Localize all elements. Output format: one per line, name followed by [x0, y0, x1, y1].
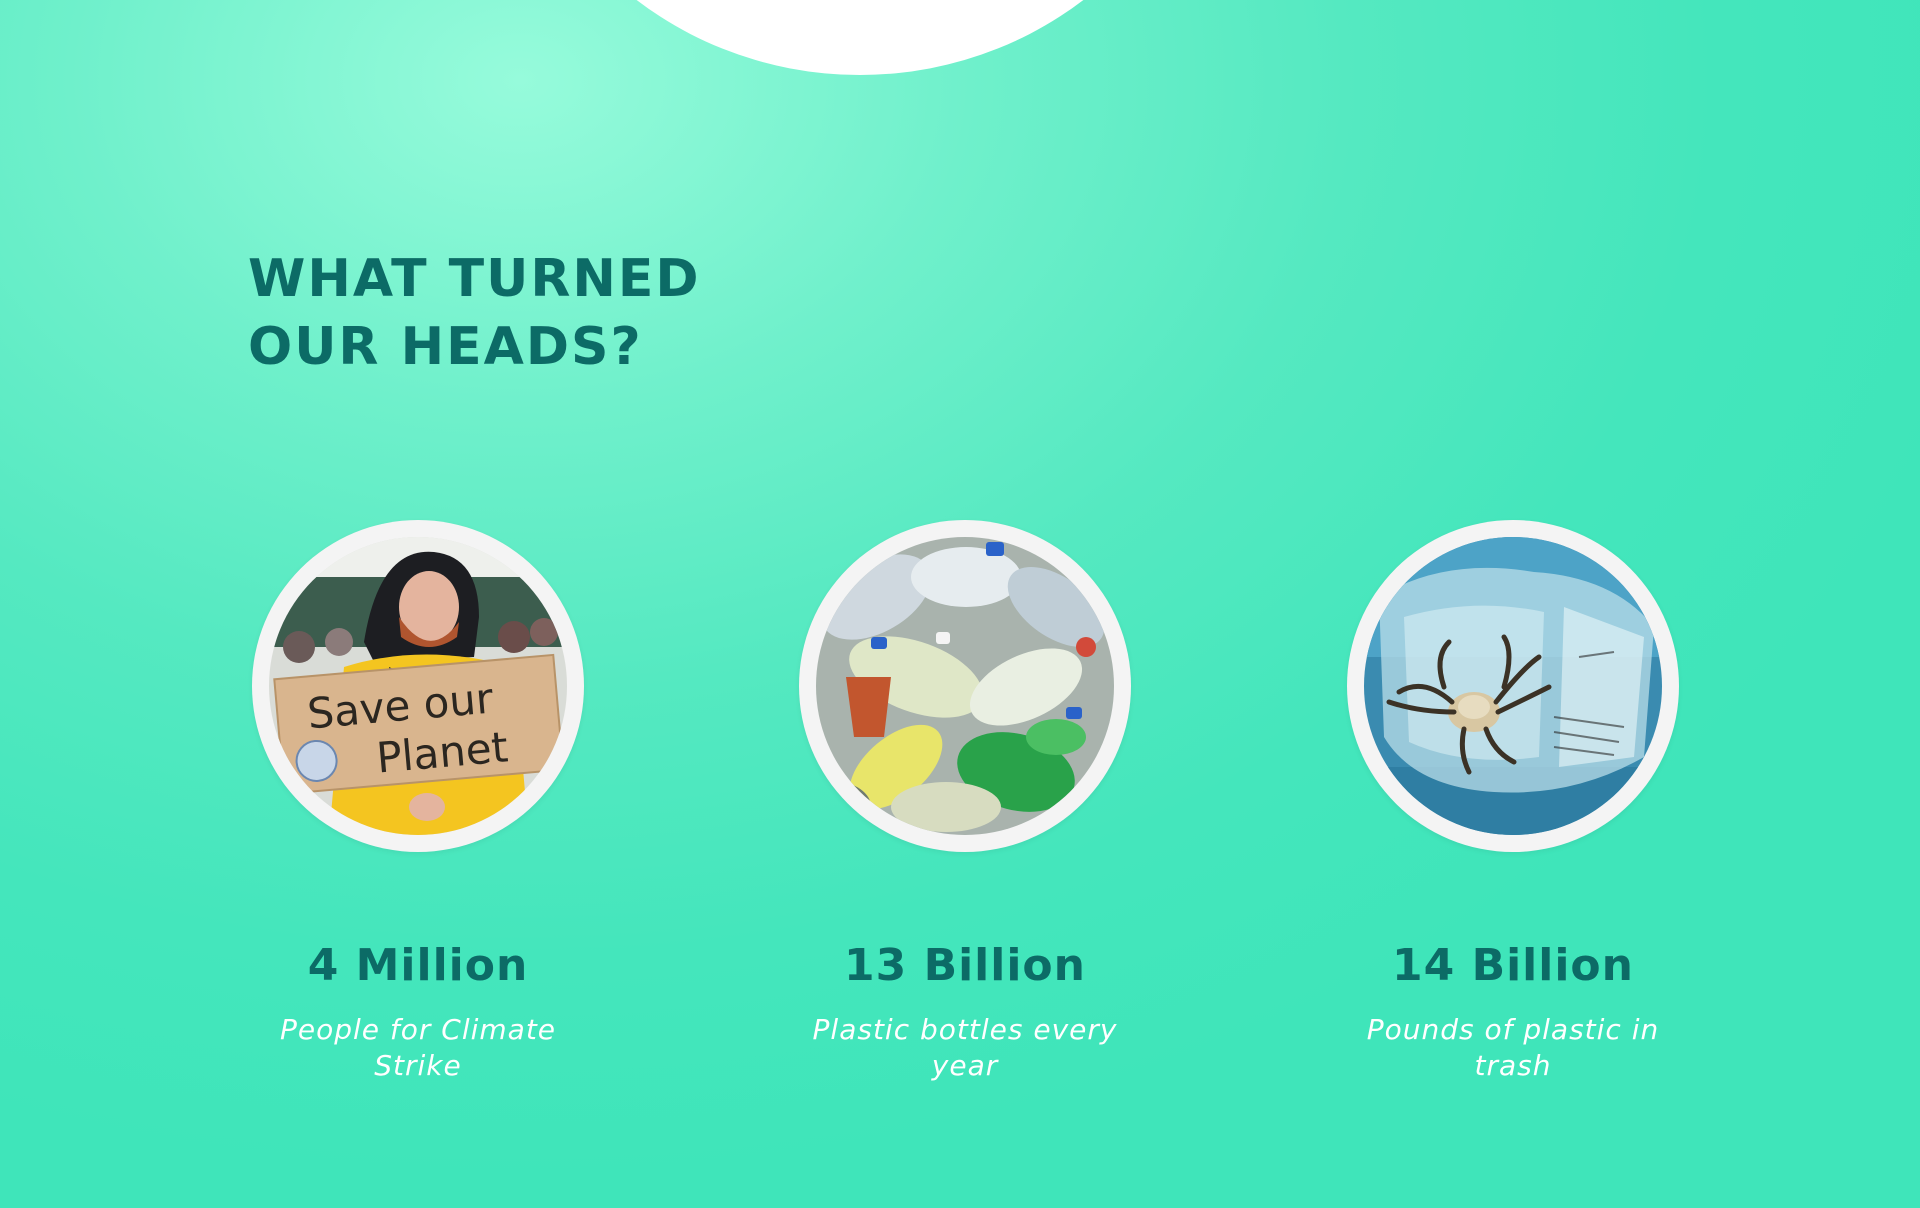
- heading-line-2: OUR HEADS?: [248, 317, 643, 377]
- protester-photo-icon: Save our Planet: [269, 537, 567, 835]
- stat-card-plastic-trash: 14 Billion Pounds of plastic in trash: [1343, 520, 1683, 1084]
- stat-image-frame: [799, 520, 1131, 852]
- stat-card-plastic-bottles: 13 Billion Plastic bottles every year: [795, 520, 1135, 1084]
- stat-card-climate-strike: Save our Planet 4 Million People for Cli…: [248, 520, 588, 1084]
- stat-label: Pounds of plastic in trash: [1366, 1013, 1660, 1082]
- crab-in-plastic-photo-icon: [1364, 537, 1662, 835]
- stat-value: 14 Billion: [1392, 940, 1634, 991]
- stat-label: Plastic bottles every year: [812, 1013, 1118, 1082]
- stat-image-frame: [1347, 520, 1679, 852]
- top-curve-decoration: [500, 0, 1220, 75]
- heading-line-1: WHAT TURNED: [248, 249, 701, 309]
- stat-image-frame: Save our Planet: [252, 520, 584, 852]
- section-heading: WHAT TURNED OUR HEADS?: [248, 245, 701, 381]
- stat-label: People for Climate Strike: [279, 1013, 557, 1082]
- stat-value: 13 Billion: [844, 940, 1086, 991]
- stat-value: 4 Million: [307, 940, 529, 991]
- plastic-bottles-photo-icon: [816, 537, 1114, 835]
